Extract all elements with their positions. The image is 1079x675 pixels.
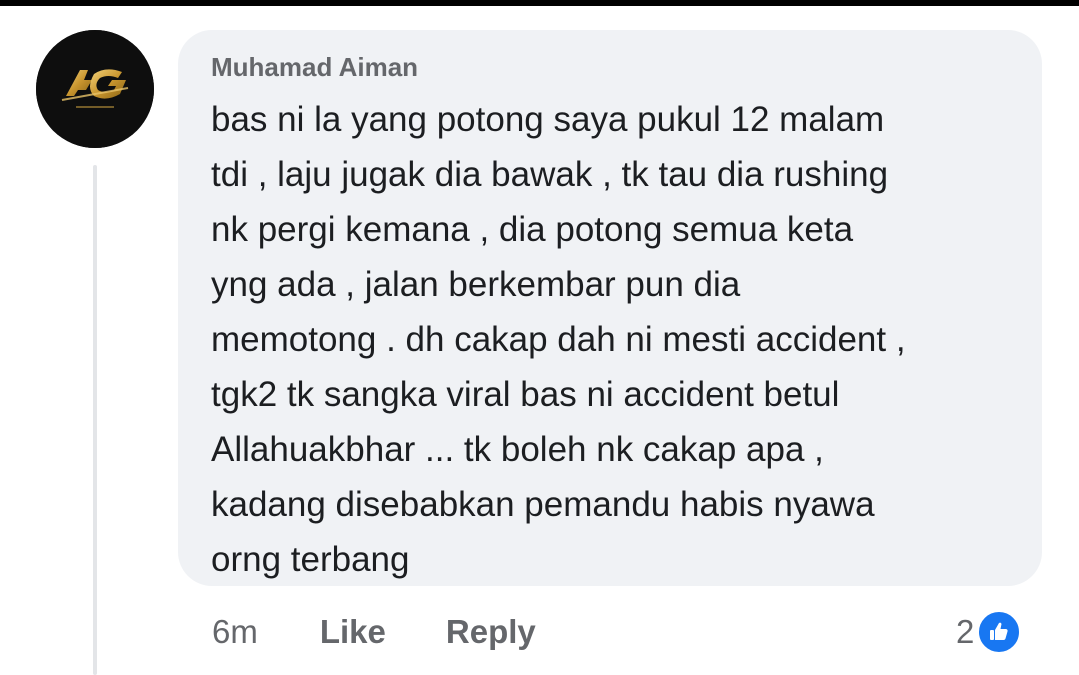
reaction-count: 2 [956,613,975,650]
comment-timestamp[interactable]: 6m [212,613,258,651]
comment-text-line: Allahuakbhar ... tk boleh nk cakap apa , [211,430,824,469]
comment-text-line: tdi , laju jugak dia bawak , tk tau dia … [211,155,889,194]
comment-text-line: tgk2 tk sangka viral bas ni accident bet… [211,375,840,414]
comment-text: bas ni la yang potong saya pukul 12 mala… [211,92,1011,587]
comment-text-line: memotong . dh cakap dah ni mesti acciden… [211,320,906,359]
reaction-summary[interactable]: 2 [956,608,1023,656]
comment-text-line: kadang disebabkan pemandu habis nyawa [211,485,875,524]
reply-button[interactable]: Reply [446,613,536,651]
comment-text-line: nk pergi kemana , dia potong semua keta [211,210,854,249]
thumbs-up-icon [976,609,1023,655]
top-edge-bar [0,0,1079,6]
reply-thread-line [93,165,97,675]
avatar[interactable] [36,30,154,148]
comment-actions: 6m Like Reply [212,612,536,652]
comment-bubble: Muhamad Aiman bas ni la yang potong saya… [178,30,1042,586]
comment-author-name[interactable]: Muhamad Aiman [211,52,418,83]
comment-text-line: yng ada , jalan berkembar pun dia [211,265,741,304]
ag-logo-icon [36,30,154,148]
comment-text-line: bas ni la yang potong saya pukul 12 mala… [211,100,885,139]
comment-text-line: orng terbang [211,540,410,579]
like-button[interactable]: Like [320,613,386,651]
